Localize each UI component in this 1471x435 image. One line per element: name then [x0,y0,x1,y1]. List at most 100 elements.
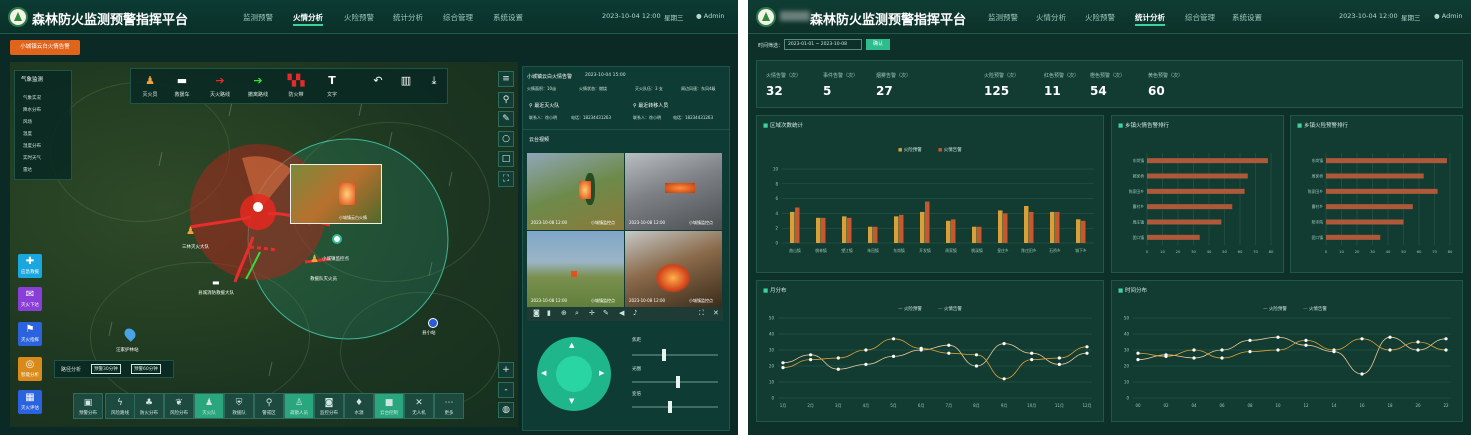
nav-statistics[interactable]: 统计分析 [393,12,423,23]
nav-fire-analysis[interactable]: 火情分析 [293,12,323,26]
forecast-30-button[interactable]: 预警30分钟 [91,364,121,374]
bottom-tool[interactable]: ■ 云台控制 [374,393,404,419]
camera-feed-3[interactable]: 2023-10-08 12:00 小城镇监控点 [527,231,624,308]
volume-icon[interactable]: ◀ [619,309,624,317]
evaluation-button[interactable]: ▦ 灭火评估 [18,390,42,414]
globe-button[interactable]: ◍ [498,402,514,418]
bottom-tool[interactable]: ϟ 风险路线 [105,393,135,419]
fullscreen-button[interactable]: ⛶ [498,171,514,187]
search-icon[interactable]: ⌕ [575,309,579,318]
nav-settings[interactable]: 系统设置 [493,12,523,23]
bottom-tool[interactable]: ♣ 防火分布 [134,393,164,419]
locate-button[interactable]: ⚲ [498,92,514,108]
tool-rescue-vehicle[interactable]: ▬ 救援车 [167,69,197,103]
fire-alert-button[interactable]: 小城镇云白火情告警 [10,40,80,55]
layers-button[interactable]: ≡ [498,71,514,87]
right-arrow-icon[interactable]: ▶ [599,369,604,377]
firefighter-marker-icon[interactable]: ♟ [186,226,195,237]
slider-thumb[interactable] [668,401,672,413]
nav-management[interactable]: 综合管理 [1185,12,1215,23]
zoom-icon[interactable]: ⊕ [561,309,567,317]
tool-text[interactable]: T 文字 [317,69,347,103]
camera-marker-icon[interactable] [332,234,342,244]
fire-popup-image[interactable]: 小城镇云白火情 [290,164,382,224]
nav-fire-analysis[interactable]: 火情分析 [1036,12,1066,23]
zoom-in-button[interactable]: + [498,362,514,378]
camera-feed-1[interactable]: 2023-10-08 12:00 小城镇监控点 [527,153,624,230]
nav-statistics[interactable]: 统计分析 [1135,12,1165,26]
nav-fire-risk[interactable]: 火险预警 [344,12,374,23]
nav-settings[interactable]: 系统设置 [1232,12,1262,23]
joystick-center[interactable] [556,356,592,392]
zoom-out-button[interactable]: - [498,382,514,398]
layer-item[interactable]: 湿度分布 [23,143,41,149]
confirm-button[interactable]: 确认 [866,39,890,50]
date-range-picker[interactable]: 2023-01-01 ~ 2023-10-08 [784,39,862,50]
download-button[interactable]: ⤓ [419,69,449,103]
nav-management[interactable]: 综合管理 [443,12,473,23]
dispatch-button[interactable]: ✉ 灭火下达 [18,287,42,311]
left-arrow-icon[interactable]: ◀ [541,369,546,377]
station-marker-icon[interactable] [428,318,438,328]
camera-feed-4[interactable]: 2023-10-08 12:00 小城镇监控点 [625,231,722,308]
delete-button[interactable]: ▥ [391,69,421,103]
mic-icon[interactable]: ♪ [633,309,637,317]
camera-feed-2[interactable]: 2023-10-08 12:00 小城镇监控点 [625,153,722,230]
user-menu[interactable]: ● Admin [696,12,724,20]
bottom-tool[interactable]: ♦ 水源 [344,393,374,419]
bottom-tool[interactable]: ⚲ 警戒区 [254,393,284,419]
layer-item[interactable]: 实时天气 [23,155,41,161]
y-tick-label: 30 [1124,348,1130,353]
analysis-button[interactable]: ◎ 智能分析 [18,357,42,381]
user-menu[interactable]: ● Admin [1434,12,1462,20]
layer-item[interactable]: 气象实况 [23,95,41,101]
record-icon[interactable]: ▮ [547,309,551,317]
bottom-tool[interactable]: ✕ 无人机 [404,393,434,419]
forecast-60-button[interactable]: 预警60分钟 [131,364,161,374]
nav-monitor[interactable]: 监测预警 [243,12,273,23]
bottom-tool[interactable]: ⛨ 救援队 [224,393,254,419]
bottom-tool[interactable]: ❦ 风险分布 [164,393,194,419]
firefighter-marker-icon[interactable]: ♟ [310,254,319,265]
bar [790,211,795,243]
snapshot-icon[interactable]: ◙ [533,309,540,317]
zoom-slider[interactable] [632,401,718,413]
measure-button[interactable]: ✎ [498,111,514,127]
bottom-tool[interactable]: ▣ 预警分布 [73,393,103,419]
close-icon[interactable]: ✕ [713,309,719,317]
truck-marker-icon[interactable]: ▬ [212,278,220,287]
layer-item[interactable]: 风场 [23,119,32,125]
aperture-slider[interactable] [632,376,718,388]
slider-thumb[interactable] [662,349,666,361]
bottom-tool[interactable]: ⋯ 更多 [434,393,464,419]
bottom-tool[interactable]: ◙ 监控分布 [314,393,344,419]
crosshair-icon[interactable]: ✛ [589,309,595,317]
x-tick-label: 20 [1355,249,1360,254]
layer-item[interactable]: 温度 [23,131,32,137]
pen-icon[interactable]: ✎ [603,309,609,317]
nav-fire-risk[interactable]: 火险预警 [1085,12,1115,23]
layer-item[interactable]: 雷达 [23,167,32,173]
tool-evac-route[interactable]: ➔ 撤离路线 [243,69,273,103]
circle-tool-button[interactable]: ○ [498,131,514,147]
ptz-joystick[interactable]: ▲ ▼ ◀ ▶ [537,337,611,411]
down-arrow-icon[interactable]: ▼ [569,397,574,405]
bottom-tool[interactable]: ♙ 疏散人员 [284,393,314,419]
slider-thumb[interactable] [676,376,680,388]
tool-firefighter[interactable]: ♟ 灭火员 [135,69,165,103]
square-tool-button[interactable]: □ [498,151,514,167]
layer-item[interactable]: 降水分布 [23,107,41,113]
nav-monitor[interactable]: 监测预警 [988,12,1018,23]
command-button[interactable]: ⚑ 灭火指挥 [18,322,42,346]
fullscreen-icon[interactable]: ⛶ [699,309,704,318]
up-arrow-icon[interactable]: ▲ [569,341,574,349]
bottom-tool[interactable]: ♟ 灭火队 [194,393,224,419]
tool-fire-route[interactable]: ➔ 灭火路线 [205,69,235,103]
map-view[interactable]: 气象监测 气象实况 降水分布 风场 温度 湿度分布 实时天气 雷达 ♟ 灭火员 ▬… [10,62,518,427]
tool-firebreak[interactable]: ▚▚ 防火带 [281,69,311,103]
focus-slider[interactable] [632,349,718,361]
data-point [919,346,923,350]
data-point [809,358,813,362]
emergency-rescue-button[interactable]: ✚ 应急救援 [18,254,42,278]
undo-button[interactable]: ↶ [363,69,393,103]
